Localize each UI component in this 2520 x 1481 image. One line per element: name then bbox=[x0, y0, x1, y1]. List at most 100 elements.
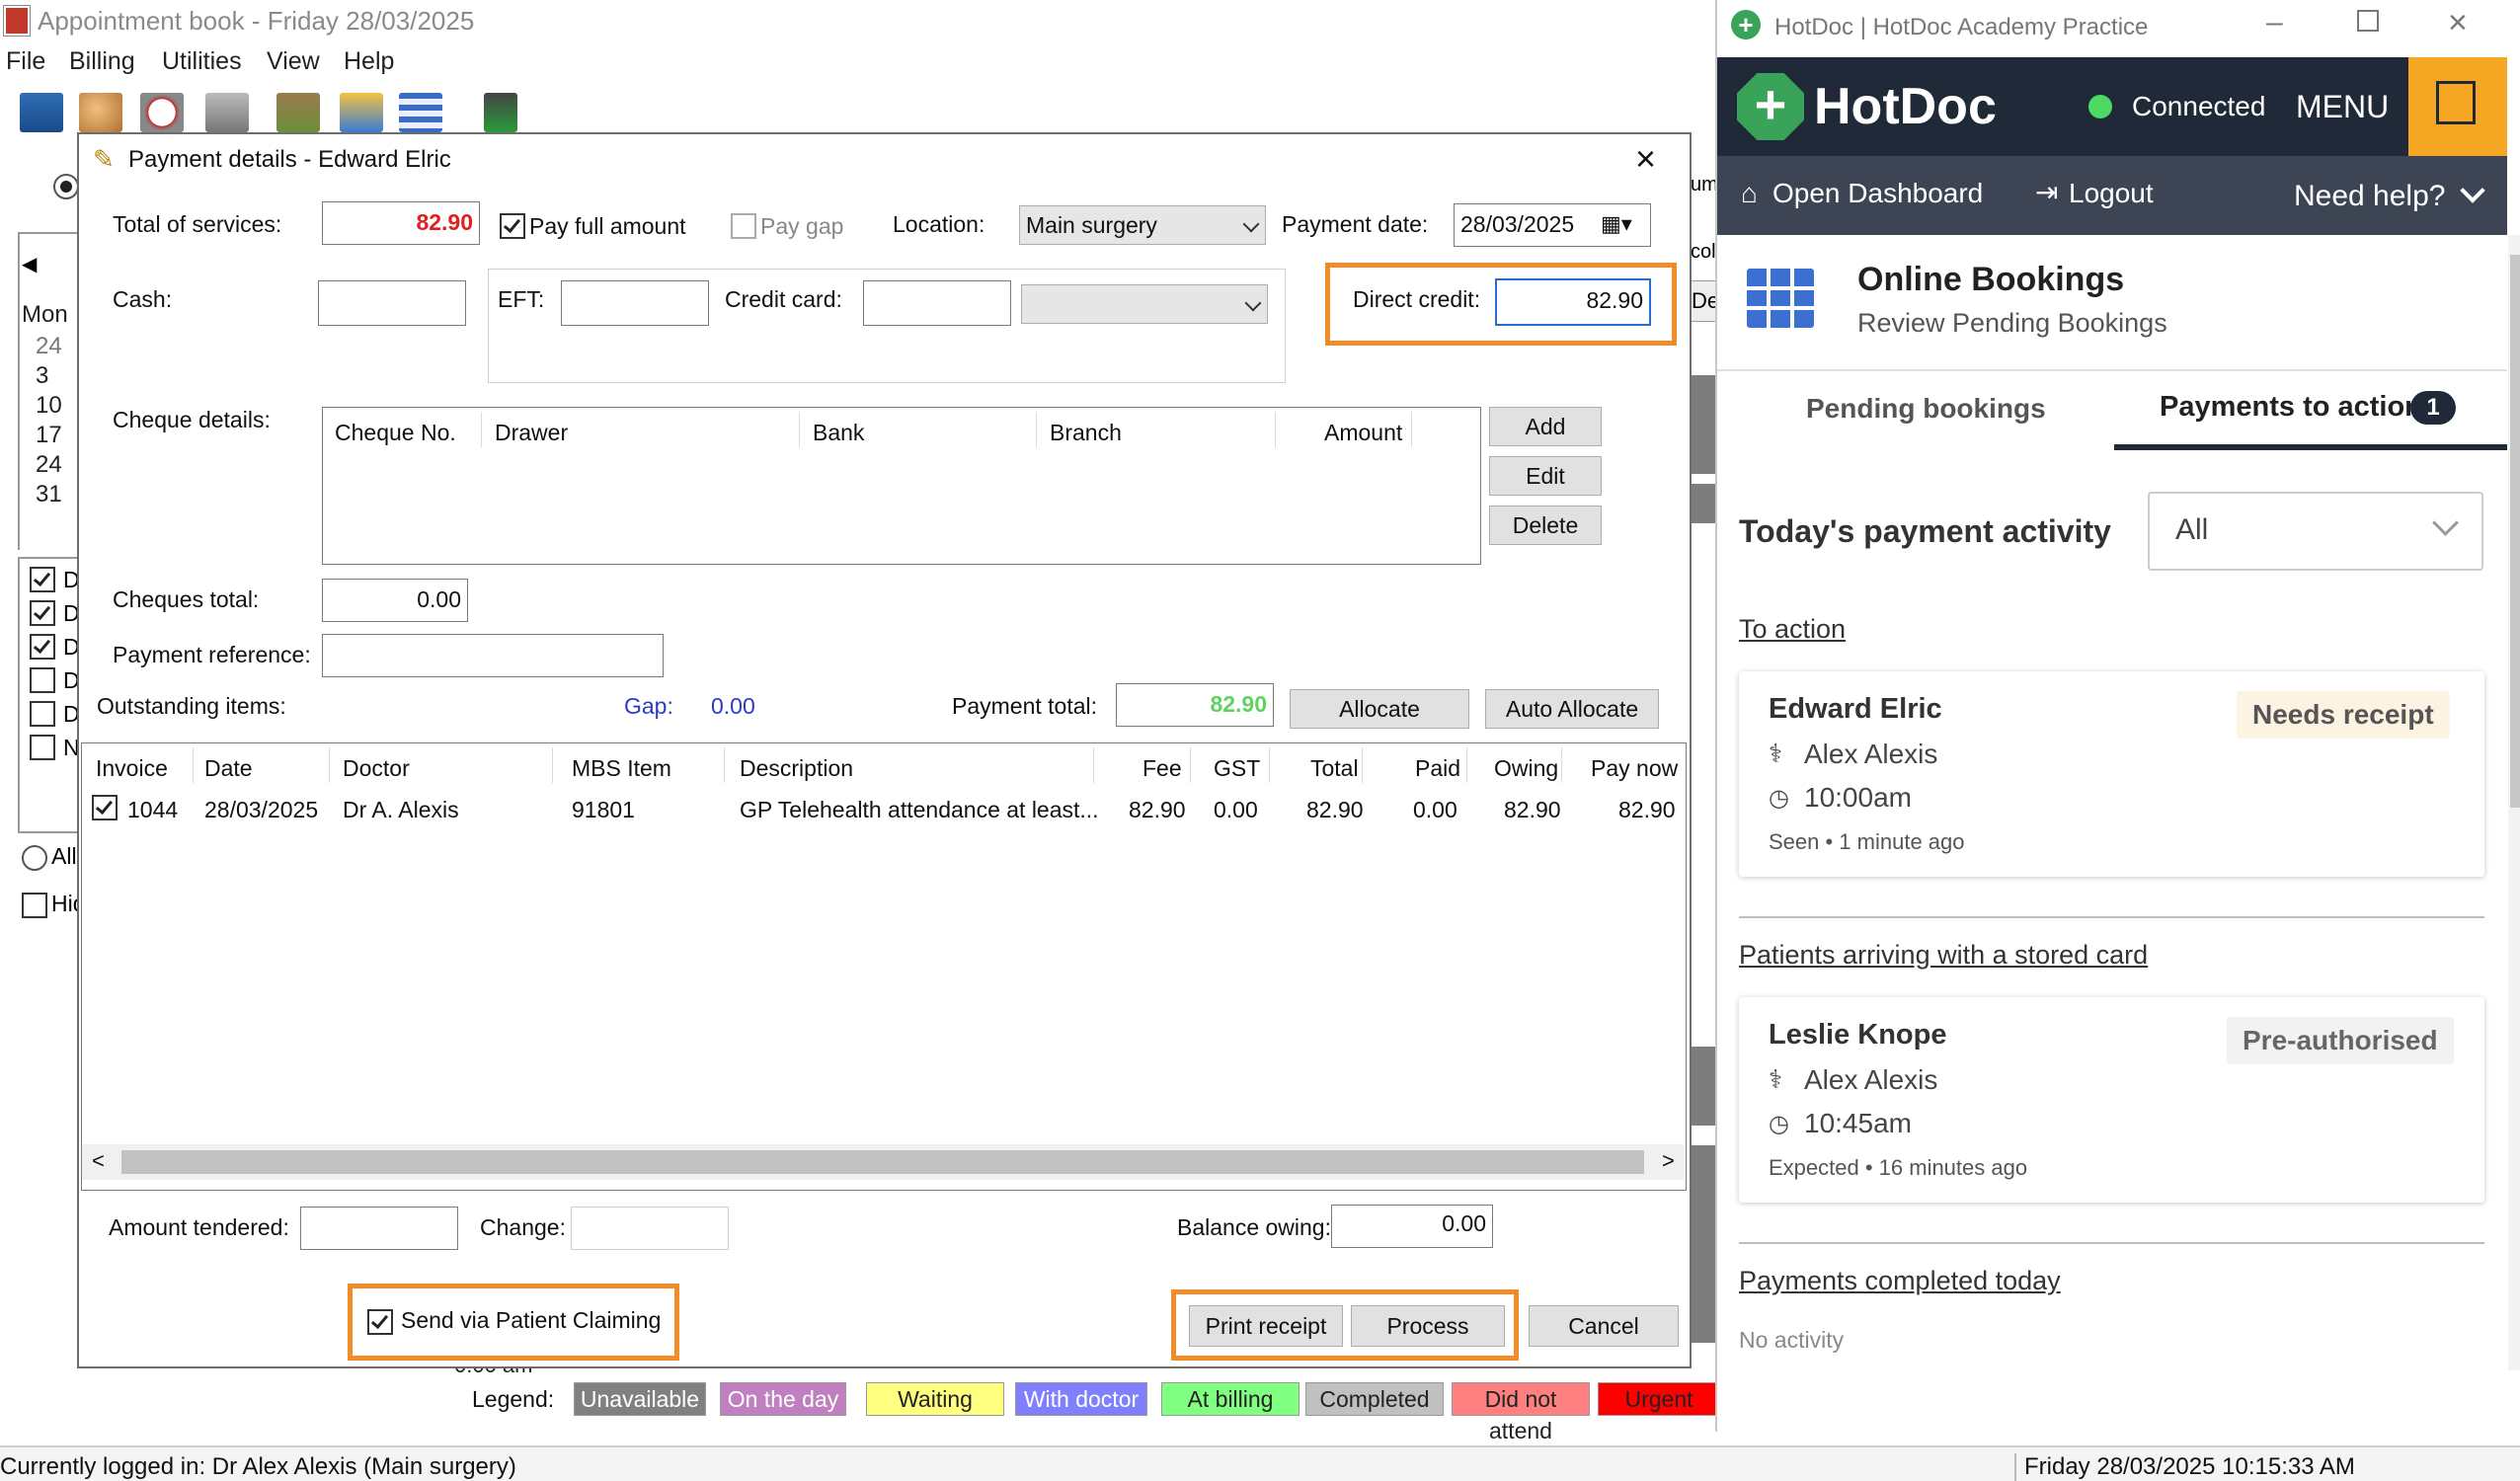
scroll-left-icon[interactable]: < bbox=[92, 1148, 105, 1174]
col-paid[interactable]: Paid bbox=[1415, 755, 1460, 782]
calendar-date[interactable]: 17 bbox=[36, 422, 62, 449]
amount-tendered-input[interactable] bbox=[300, 1207, 458, 1250]
payment-date-value: 28/03/2025 bbox=[1460, 211, 1575, 237]
unavailable-block bbox=[1691, 484, 1715, 523]
card-type-select[interactable] bbox=[1021, 284, 1268, 324]
close-icon[interactable]: × bbox=[1635, 138, 1656, 180]
cell-owing: 82.90 bbox=[1504, 797, 1561, 822]
close-window-icon[interactable]: × bbox=[2448, 4, 2468, 42]
payment-card-edward-elric[interactable]: Edward Elric Needs receipt ⚕ Alex Alexis… bbox=[1739, 671, 2484, 877]
col-description[interactable]: Description bbox=[740, 755, 853, 782]
horizontal-scrollbar[interactable]: < > bbox=[82, 1144, 1684, 1180]
cheque-col-bank[interactable]: Bank bbox=[813, 420, 864, 446]
payment-card-leslie-knope[interactable]: Leslie Knope Pre-authorised ⚕ Alex Alexi… bbox=[1739, 997, 2484, 1203]
cheque-col-branch[interactable]: Branch bbox=[1050, 420, 1122, 446]
col-date[interactable]: Date bbox=[204, 755, 253, 782]
direct-credit-input[interactable]: 82.90 bbox=[1495, 278, 1651, 326]
maximize-icon[interactable] bbox=[2357, 10, 2379, 32]
patients-icon[interactable] bbox=[79, 93, 122, 132]
payment-reference-input[interactable] bbox=[322, 634, 664, 677]
stored-card-link[interactable]: Patients arriving with a stored card bbox=[1739, 940, 2148, 971]
tab-pending-bookings[interactable]: Pending bookings bbox=[1806, 393, 2046, 425]
archive-icon[interactable] bbox=[205, 93, 249, 132]
logout-link[interactable]: Logout bbox=[2069, 178, 2154, 209]
cheque-col-amount[interactable]: Amount bbox=[1324, 420, 1402, 446]
exit-icon[interactable] bbox=[484, 93, 517, 132]
menu-button[interactable]: MENU bbox=[2296, 89, 2389, 125]
menu-view[interactable]: View bbox=[267, 47, 320, 76]
open-dashboard-link[interactable]: Open Dashboard bbox=[1772, 178, 1983, 209]
need-help-link[interactable]: Need help? bbox=[2294, 180, 2445, 213]
cheque-col-drawer[interactable]: Drawer bbox=[495, 420, 568, 446]
pay-gap-checkbox[interactable] bbox=[731, 213, 756, 239]
cancel-button[interactable]: Cancel bbox=[1529, 1305, 1679, 1347]
calendar-date[interactable]: 10 bbox=[36, 392, 62, 420]
pay-full-amount-checkbox[interactable] bbox=[500, 213, 525, 239]
activity-filter-select[interactable]: All bbox=[2148, 492, 2483, 571]
tab-payments-to-action[interactable]: Payments to action bbox=[2160, 391, 2422, 424]
cheque-delete-button[interactable]: Delete bbox=[1489, 506, 1602, 545]
doctor-checkbox[interactable] bbox=[30, 735, 55, 760]
cheque-col-number[interactable]: Cheque No. bbox=[335, 420, 456, 446]
detail-button-partial[interactable]: De bbox=[1691, 280, 1716, 322]
doctor-checkbox[interactable] bbox=[30, 634, 55, 660]
online-bookings-subtitle[interactable]: Review Pending Bookings bbox=[1857, 308, 2167, 339]
cash-input[interactable] bbox=[318, 280, 466, 326]
minimize-icon[interactable]: – bbox=[2266, 6, 2283, 39]
process-button[interactable]: Process bbox=[1351, 1305, 1505, 1347]
row-select-checkbox[interactable] bbox=[92, 795, 118, 820]
print-receipt-button[interactable]: Print receipt bbox=[1189, 1305, 1343, 1347]
cheque-list[interactable]: Cheque No. Drawer Bank Branch Amount bbox=[322, 407, 1481, 565]
all-radio-label: All bbox=[51, 843, 77, 869]
doctor-checkbox[interactable] bbox=[30, 701, 55, 727]
reports-icon[interactable] bbox=[340, 93, 383, 132]
doctor-checkbox[interactable] bbox=[30, 600, 55, 626]
calendar-date[interactable]: 24 bbox=[36, 451, 62, 479]
hotdoc-scrollbar[interactable] bbox=[2508, 235, 2520, 1370]
menu-utilities[interactable]: Utilities bbox=[162, 47, 242, 76]
menu-help[interactable]: Help bbox=[344, 47, 394, 76]
location-select[interactable]: Main surgery bbox=[1019, 205, 1266, 245]
new-book-icon[interactable] bbox=[20, 93, 63, 132]
change-field bbox=[571, 1207, 729, 1250]
scroll-right-icon[interactable]: > bbox=[1662, 1148, 1675, 1174]
payment-date-field[interactable]: 28/03/2025 ▦▾ bbox=[1454, 203, 1651, 247]
clock-icon[interactable] bbox=[140, 93, 184, 132]
hide-checkbox[interactable] bbox=[22, 893, 47, 918]
calendar-date[interactable]: 3 bbox=[36, 362, 48, 390]
calendar-date[interactable]: 24 bbox=[36, 333, 62, 360]
col-total[interactable]: Total bbox=[1310, 755, 1359, 782]
menu-billing[interactable]: Billing bbox=[69, 47, 135, 76]
send-patient-claiming-checkbox[interactable] bbox=[367, 1309, 393, 1335]
cheque-edit-button[interactable]: Edit bbox=[1489, 456, 1602, 496]
view-radio[interactable] bbox=[53, 174, 79, 199]
col-gst[interactable]: GST bbox=[1214, 755, 1260, 782]
calendar-picker-icon[interactable]: ▦▾ bbox=[1601, 204, 1632, 244]
calendar-icon[interactable] bbox=[399, 93, 442, 132]
to-action-link[interactable]: To action bbox=[1739, 614, 1846, 645]
doctor-checkbox[interactable] bbox=[30, 667, 55, 693]
col-doctor[interactable]: Doctor bbox=[343, 755, 410, 782]
calendar-date[interactable]: 31 bbox=[36, 481, 62, 508]
scroll-thumb[interactable] bbox=[121, 1150, 1644, 1174]
menu-file[interactable]: File bbox=[6, 47, 45, 76]
table-row[interactable]: 1044 28/03/2025 Dr A. Alexis 91801 GP Te… bbox=[82, 787, 1684, 828]
col-owing[interactable]: Owing bbox=[1494, 755, 1558, 782]
all-radio[interactable] bbox=[22, 845, 47, 871]
cheque-add-button[interactable]: Add bbox=[1489, 407, 1602, 446]
doctor-checkbox[interactable] bbox=[30, 567, 55, 592]
allocate-button[interactable]: Allocate bbox=[1290, 689, 1469, 729]
col-mbs-item[interactable]: MBS Item bbox=[572, 755, 671, 782]
scroll-thumb[interactable] bbox=[2510, 255, 2520, 808]
payments-completed-link[interactable]: Payments completed today bbox=[1739, 1266, 2061, 1296]
billing-icon[interactable] bbox=[276, 93, 320, 132]
eft-input[interactable] bbox=[561, 280, 709, 326]
col-pay-now[interactable]: Pay now bbox=[1591, 755, 1678, 782]
col-invoice[interactable]: Invoice bbox=[96, 755, 168, 782]
cell-total: 82.90 bbox=[1306, 797, 1364, 822]
messages-button[interactable] bbox=[2408, 57, 2507, 156]
credit-card-input[interactable] bbox=[863, 280, 1011, 326]
col-fee[interactable]: Fee bbox=[1142, 755, 1182, 782]
auto-allocate-button[interactable]: Auto Allocate bbox=[1485, 689, 1659, 729]
prev-month-icon[interactable]: ◀ bbox=[22, 252, 37, 276]
